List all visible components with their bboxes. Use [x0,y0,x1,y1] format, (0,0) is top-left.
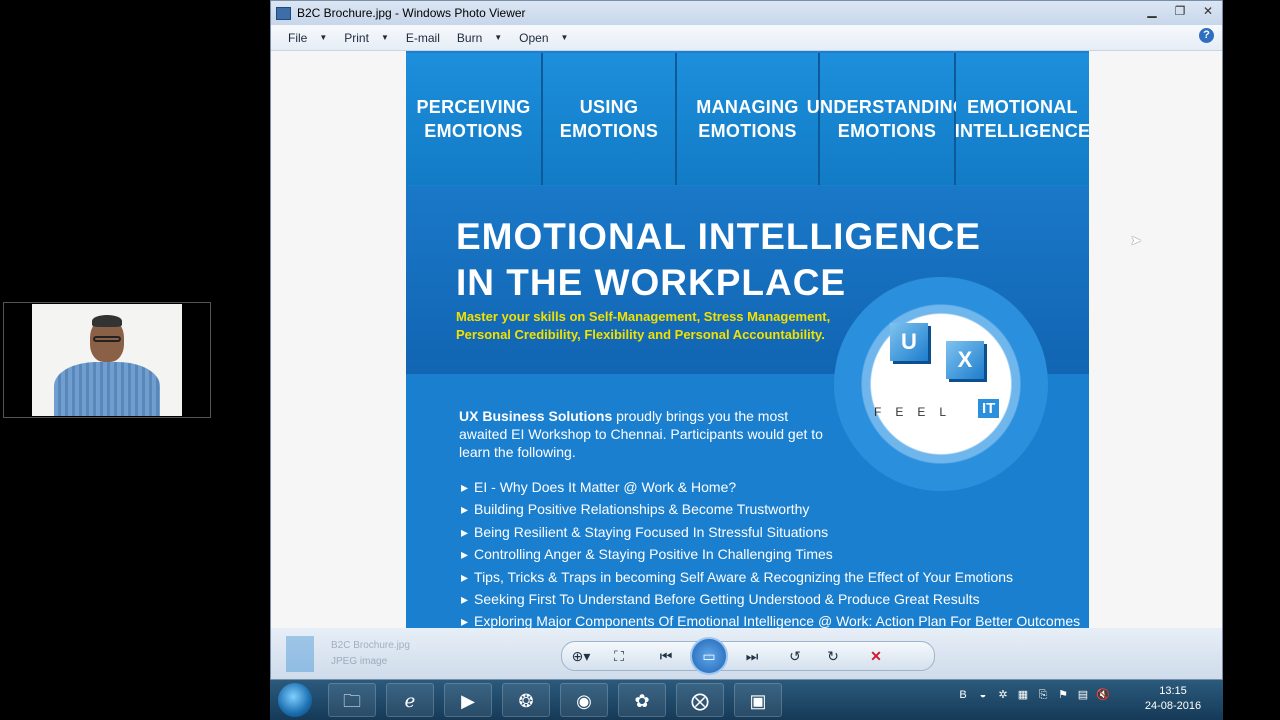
menu-bar: File ▼ Print ▼ E-mail Burn ▼ Open ▼ [271,25,1222,51]
list-item: Building Positive Relationships & Become… [461,498,1080,520]
presenter-glasses [93,336,121,342]
caret-down-icon: ▼ [380,33,389,42]
rotate-left-icon[interactable]: ↺ [781,646,809,666]
list-item: Controlling Anger & Staying Positive In … [461,543,1080,565]
tab-understanding-emotions: UNDERSTANDING EMOTIONS [807,53,967,185]
tab-emotional-intelligence: EMOTIONAL INTELLIGENCE [955,53,1090,185]
help-icon[interactable]: ? [1199,28,1214,43]
menu-label: Print [344,30,369,45]
explorer-icon[interactable]: 🗀 [328,683,376,717]
volume-muted-icon[interactable]: 🔇 [1096,688,1110,702]
internet-explorer-icon[interactable]: ℯ [386,683,434,717]
flower-app-icon[interactable]: ✿ [618,683,666,717]
caret-down-icon: ▼ [319,33,328,42]
menu-open[interactable]: Open ▼ [519,31,568,45]
headline-subtitle: Master your skills on Self-Management, S… [456,309,831,342]
start-button[interactable] [278,683,312,717]
tray-device-icon[interactable]: ▤ [1076,688,1090,702]
list-item: Exploring Major Components Of Emotional … [461,610,1080,628]
presenter-video [32,304,182,416]
presenter-hair [92,315,122,327]
logo-feel-text: FEEL [874,405,961,419]
menu-burn[interactable]: Burn ▼ [457,31,502,45]
headline-line-1: EMOTIONAL INTELLIGENCE [456,216,981,257]
maximize-button[interactable]: ❐ [1172,4,1188,18]
actual-size-icon[interactable]: ⛶ [605,646,633,666]
windows-taskbar: 🗀 ℯ ▶ ❂ ◉ ✿ ⨂ ▣ B ◒ ✲ ▦ ⎘ ⚑ ▤ 🔇 13:15 24… [270,680,1223,720]
intro-paragraph: UX Business Solutions proudly brings you… [459,407,839,461]
close-button[interactable]: ✕ [1200,4,1216,18]
file-type: JPEG image [331,656,388,667]
tray-settings-icon[interactable]: ✲ [996,688,1010,702]
menu-email[interactable]: E-mail [406,31,440,45]
tray-network-icon[interactable]: ▦ [1016,688,1030,702]
clock-time: 13:15 [1159,685,1187,697]
file-name: B2C Brochure.jpg [331,640,410,651]
viewer-bottom-bar: B2C Brochure.jpg JPEG image ⊕▾ ⛶ ⏮ ▭ ⏭ ↺… [271,628,1222,679]
menu-label: E-mail [405,30,440,45]
presenter-shirt [54,362,160,416]
photo-viewer-taskbar-icon[interactable]: ▣ [734,683,782,717]
minimize-button[interactable]: ▁ [1144,4,1160,18]
menu-label: File [288,30,308,45]
menu-label: Burn [456,30,483,45]
tab-using-emotions: USING EMOTIONS [543,53,677,185]
b-icon[interactable]: B [956,688,970,702]
title-bar[interactable]: B2C Brochure.jpg - Windows Photo Viewer … [271,1,1222,25]
previous-icon[interactable]: ⏮ [652,646,680,666]
ux-logo: U X FEEL IT [834,277,1048,491]
window-title: B2C Brochure.jpg - Windows Photo Viewer [297,6,526,20]
media-player-icon[interactable]: ▶ [444,683,492,717]
next-icon[interactable]: ⏭ [738,646,766,666]
brand-name: UX Business Solutions [459,408,613,424]
logo-cube-u: U [890,323,928,361]
window-controls: ▁ ❐ ✕ [1144,4,1216,18]
delete-icon[interactable]: ✕ [862,646,890,666]
image-viewport[interactable]: PERCEIVING EMOTIONS USING EMOTIONS MANAG… [271,51,1222,628]
menu-label: Open [519,30,549,45]
presenter-webcam [3,302,211,418]
menu-print[interactable]: Print ▼ [344,31,389,45]
list-item: EI - Why Does It Matter @ Work & Home? [461,476,1080,498]
rotate-right-icon[interactable]: ↻ [819,646,847,666]
tab-perceiving-emotions: PERCEIVING EMOTIONS [406,53,543,185]
logo-cube-x: X [946,341,984,379]
list-item: Seeking First To Understand Before Getti… [461,588,1080,610]
caret-down-icon: ▼ [560,33,569,42]
zoom-icon[interactable]: ⊕▾ [567,646,595,666]
playback-controls: ⊕▾ ⛶ ⏮ ▭ ⏭ ↺ ↻ ✕ [561,637,935,675]
clock-date: 24-08-2016 [1144,700,1202,712]
photo-viewer-icon [276,6,291,20]
tab-managing-emotions: MANAGING EMOTIONS [677,53,820,185]
list-item: Being Resilient & Staying Focused In Str… [461,521,1080,543]
tray-monitor-icon[interactable]: ⎘ [1036,688,1050,702]
tray-app-icon[interactable]: ◒ [976,688,990,702]
slideshow-button[interactable]: ▭ [690,637,728,675]
app-icon[interactable]: ❂ [502,683,550,717]
caret-down-icon: ▼ [494,33,503,42]
flag-icon[interactable]: ⚑ [1056,688,1070,702]
mouse-cursor-icon: ➤ [1130,232,1142,248]
menu-file[interactable]: File ▼ [288,31,327,45]
taskbar-clock[interactable]: 13:15 24-08-2016 [1138,684,1208,714]
logo-it-badge: IT [978,399,1000,418]
chrome-icon[interactable]: ◉ [560,683,608,717]
workshop-topics: EI - Why Does It Matter @ Work & Home? B… [461,476,1080,628]
system-tray: B ◒ ✲ ▦ ⎘ ⚑ ▤ 🔇 [956,688,1110,702]
list-item: Tips, Tricks & Traps in becoming Self Aw… [461,566,1080,588]
file-thumbnail [286,636,314,672]
brochure-image: PERCEIVING EMOTIONS USING EMOTIONS MANAG… [406,51,1142,628]
acrobat-icon[interactable]: ⨂ [676,683,724,717]
photo-viewer-window: B2C Brochure.jpg - Windows Photo Viewer … [270,0,1223,680]
